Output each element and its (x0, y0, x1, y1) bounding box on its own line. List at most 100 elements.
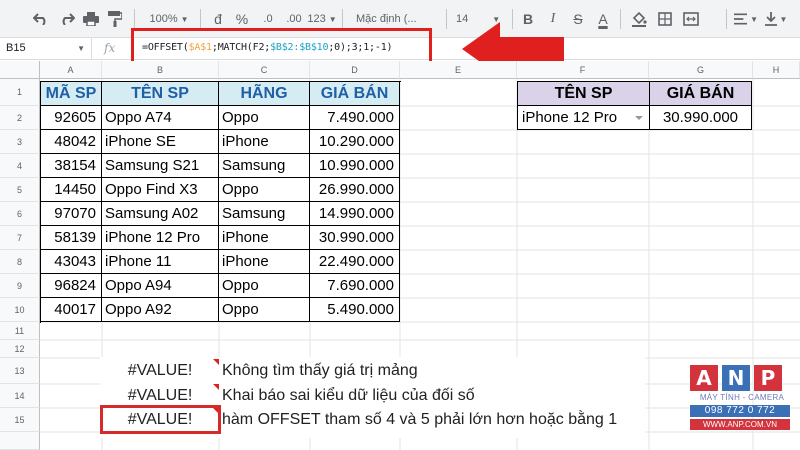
paint-format-icon[interactable] (106, 8, 124, 30)
table-cell-product-code[interactable]: 58139 (41, 226, 102, 250)
table-cell-product-name[interactable]: Oppo A74 (102, 106, 219, 130)
chevron-down-icon: ▼ (180, 14, 189, 24)
table-cell-product-name[interactable]: Oppo A92 (102, 298, 219, 322)
more-formats-button[interactable]: 123 ▼ (307, 8, 337, 30)
table-cell-price[interactable]: 26.990.000 (310, 178, 400, 202)
name-box[interactable]: B15 ▼ (0, 38, 92, 59)
table-cell-product-code[interactable]: 48042 (41, 130, 102, 154)
row-header[interactable]: 14 (0, 384, 40, 408)
increase-decimal-button[interactable]: .00 (283, 8, 305, 30)
column-header[interactable]: E (400, 61, 517, 79)
undo-icon[interactable] (32, 8, 50, 30)
table-cell-product-name[interactable]: Samsung S21 (102, 154, 219, 178)
table-cell-product-name[interactable]: Samsung A02 (102, 202, 219, 226)
text-color-label: A (598, 11, 608, 27)
table-cell-price[interactable]: 10.990.000 (310, 154, 400, 178)
row-header[interactable]: 7 (0, 226, 40, 250)
table-cell-price[interactable]: 7.490.000 (310, 106, 400, 130)
table-cell-product-name[interactable]: iPhone 11 (102, 250, 219, 274)
row-header[interactable]: 8 (0, 250, 40, 274)
dropdown-arrow-icon[interactable] (635, 116, 643, 120)
column-header[interactable]: A (40, 61, 102, 79)
table-cell-brand[interactable]: iPhone (219, 226, 310, 250)
row-header[interactable] (0, 432, 40, 450)
error-flag-icon[interactable] (213, 384, 219, 390)
row-header[interactable]: 15 (0, 408, 40, 432)
error-description: Không tìm thấy giá trị mảng (222, 362, 418, 379)
borders-icon[interactable] (656, 8, 674, 30)
column-header[interactable]: B (102, 61, 219, 79)
currency-label: đ (214, 11, 222, 27)
table-cell-product-name[interactable]: iPhone SE (102, 130, 219, 154)
redo-icon[interactable] (58, 8, 76, 30)
table-cell-product-code[interactable]: 40017 (41, 298, 102, 322)
merge-cells-icon[interactable] (682, 8, 700, 30)
text-color-button[interactable]: A (595, 8, 611, 30)
row-header[interactable]: 4 (0, 154, 40, 178)
lookup-header-price[interactable]: GIÁ BÁN (650, 82, 752, 106)
row-header[interactable]: 5 (0, 178, 40, 202)
horizontal-align-icon[interactable]: ▼ (734, 8, 758, 30)
row-header[interactable]: 13 (0, 358, 40, 384)
error-value: #VALUE! (127, 387, 193, 404)
chevron-down-icon: ▼ (779, 14, 788, 24)
table-cell-product-code[interactable]: 92605 (41, 106, 102, 130)
row-header[interactable]: 1 (0, 79, 40, 106)
table-cell-price[interactable]: 22.490.000 (310, 250, 400, 274)
lookup-price-cell[interactable]: 30.990.000 (650, 106, 752, 130)
row-header[interactable]: 3 (0, 130, 40, 154)
error-flag-icon[interactable] (213, 359, 219, 365)
print-icon[interactable] (82, 8, 100, 30)
table-cell-product-code[interactable]: 96824 (41, 274, 102, 298)
currency-format-button[interactable]: đ (210, 8, 226, 30)
row-header[interactable]: 11 (0, 322, 40, 340)
decrease-decimal-button[interactable]: .0 (258, 8, 278, 30)
table-cell-brand[interactable]: iPhone (219, 130, 310, 154)
vertical-align-icon[interactable]: ▼ (764, 8, 788, 30)
table-cell-price[interactable]: 14.990.000 (310, 202, 400, 226)
product-dropdown[interactable]: iPhone 12 Pro (518, 106, 650, 130)
table-cell-product-code[interactable]: 38154 (41, 154, 102, 178)
column-header[interactable]: D (310, 61, 400, 79)
logo-phone: 098 772 0 772 (690, 405, 790, 417)
table-cell-brand[interactable]: Oppo (219, 178, 310, 202)
row-header[interactable]: 10 (0, 298, 40, 322)
table-cell-product-name[interactable]: iPhone 12 Pro (102, 226, 219, 250)
row-header[interactable]: 2 (0, 106, 40, 130)
row-header[interactable]: 6 (0, 202, 40, 226)
table-cell-brand[interactable]: Oppo (219, 106, 310, 130)
lookup-header-name[interactable]: TÊN SP (518, 82, 650, 106)
table-cell-price[interactable]: 30.990.000 (310, 226, 400, 250)
select-all-corner[interactable] (0, 61, 40, 79)
table-cell-price[interactable]: 10.290.000 (310, 130, 400, 154)
table-cell-price[interactable]: 5.490.000 (310, 298, 400, 322)
fill-color-icon[interactable] (630, 8, 648, 30)
table-cell-brand[interactable]: Samsung (219, 154, 310, 178)
table-header-product-code[interactable]: MÃ SP (41, 82, 102, 106)
column-header[interactable]: F (517, 61, 649, 79)
table-cell-brand[interactable]: Samsung (219, 202, 310, 226)
table-cell-product-code[interactable]: 43043 (41, 250, 102, 274)
table-cell-price[interactable]: 7.690.000 (310, 274, 400, 298)
table-cell-product-name[interactable]: Oppo Find X3 (102, 178, 219, 202)
table-cell-brand[interactable]: iPhone (219, 250, 310, 274)
table-header-product-name[interactable]: TÊN SP (102, 82, 219, 106)
table-header-price[interactable]: GIÁ BÁN (310, 82, 400, 106)
font-select[interactable]: Mặc định (... (356, 8, 440, 30)
table-cell-brand[interactable]: Oppo (219, 274, 310, 298)
row-header[interactable]: 12 (0, 340, 40, 358)
table-cell-brand[interactable]: Oppo (219, 298, 310, 322)
error-value-cell[interactable]: #VALUE! (100, 358, 220, 384)
table-header-brand[interactable]: HÃNG (219, 82, 310, 106)
table-cell-product-name[interactable]: Oppo A94 (102, 274, 219, 298)
strikethrough-button[interactable]: S (570, 8, 586, 30)
zoom-select[interactable]: 100% ▼ (144, 8, 194, 30)
column-header[interactable]: G (649, 61, 753, 79)
column-header[interactable]: H (753, 61, 800, 79)
table-cell-product-code[interactable]: 14450 (41, 178, 102, 202)
percent-format-button[interactable]: % (234, 8, 250, 30)
table-cell-product-code[interactable]: 97070 (41, 202, 102, 226)
row-header[interactable]: 9 (0, 274, 40, 298)
zoom-value: 100% (149, 13, 178, 25)
column-header[interactable]: C (219, 61, 310, 79)
